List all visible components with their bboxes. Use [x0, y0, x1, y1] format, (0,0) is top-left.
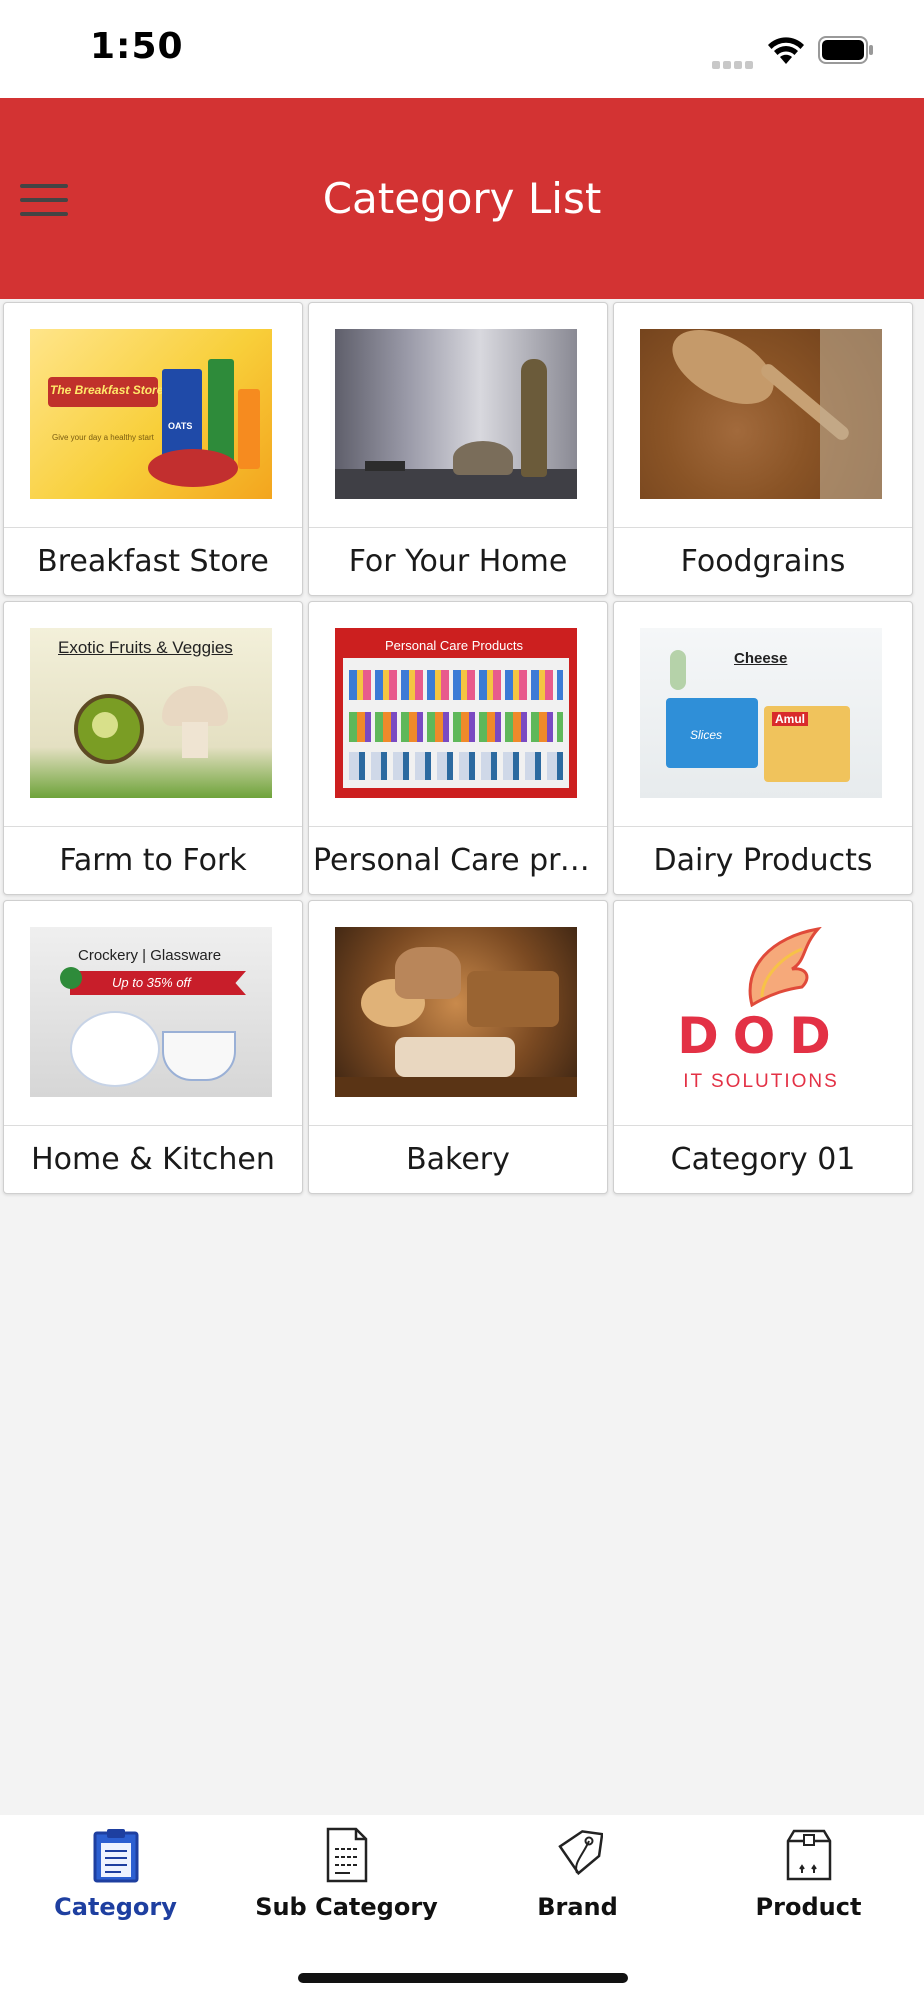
tab-label: Category [54, 1893, 177, 1921]
app-header: Category List [0, 98, 924, 299]
clipboard-icon [93, 1829, 138, 1883]
battery-icon [818, 36, 873, 64]
dod-logo-text: DOD [677, 1007, 845, 1065]
category-tile-category-01[interactable]: DOD IT SOLUTIONS Category 01 [613, 900, 913, 1194]
category-label: For Your Home [348, 544, 568, 579]
dod-logo-wing-icon [748, 927, 822, 1007]
kitchen-banner-text: Crockery | Glassware [78, 947, 222, 964]
farm-to-fork-image: Exotic Fruits & Veggies [30, 628, 272, 798]
category-tile-farm-to-fork[interactable]: Exotic Fruits & Veggies Farm to Fork [3, 601, 303, 895]
personal-care-banner-text: Personal Care Products [385, 638, 524, 653]
tab-sub-category[interactable]: Sub Category [231, 1827, 462, 1937]
tab-brand[interactable]: Brand [462, 1827, 693, 1937]
document-icon [326, 1827, 367, 1883]
farm-banner-text: Exotic Fruits & Veggies [58, 638, 233, 657]
tag-icon [557, 1830, 603, 1876]
cellular-signal-icon [712, 56, 758, 69]
category-label: Category 01 [670, 1142, 856, 1177]
dairy-banner-text: Cheese [734, 650, 788, 667]
wifi-icon [768, 37, 804, 64]
for-your-home-image [335, 329, 577, 499]
category-label: Farm to Fork [59, 843, 247, 878]
bottom-tab-bar: Category Sub Category Brand Product [0, 1815, 924, 2000]
category-label: Foodgrains [680, 544, 846, 579]
category-tile-for-your-home[interactable]: For Your Home [308, 302, 608, 596]
category-label: Dairy Products [653, 843, 873, 878]
tab-label: Sub Category [255, 1893, 438, 1921]
home-kitchen-image: Crockery | Glassware Up to 35% off [30, 927, 272, 1097]
category-label: Home & Kitchen [31, 1142, 275, 1177]
page-title: Category List [322, 174, 602, 223]
breakfast-banner-text: The Breakfast Store [50, 383, 164, 397]
category-tile-home-kitchen[interactable]: Crockery | Glassware Up to 35% off Home … [3, 900, 303, 1194]
bakery-image [335, 927, 577, 1097]
foodgrains-image [640, 329, 882, 499]
home-indicator[interactable] [298, 1973, 628, 1983]
category-tile-dairy-products[interactable]: Cheese Slices Amul Dairy Products [613, 601, 913, 895]
category-tile-breakfast-store[interactable]: The Breakfast Store Give your day a heal… [3, 302, 303, 596]
status-bar: 1:50 [0, 0, 924, 98]
personal-care-image: Personal Care Products [335, 628, 577, 798]
category-label: Personal Care prod... [313, 843, 603, 878]
status-time: 1:50 [90, 26, 184, 67]
tab-label: Brand [537, 1893, 618, 1921]
box-icon [786, 1829, 831, 1881]
category-tile-foodgrains[interactable]: Foodgrains [613, 302, 913, 596]
category-label: Bakery [406, 1142, 510, 1177]
breakfast-store-image: The Breakfast Store Give your day a heal… [30, 329, 272, 499]
category-label: Breakfast Store [37, 544, 269, 579]
category-tile-bakery[interactable]: Bakery [308, 900, 608, 1194]
category-tile-personal-care[interactable]: Personal Care Products Personal Care pro… [308, 601, 608, 895]
dod-logo-image: DOD IT SOLUTIONS [640, 927, 882, 1097]
tab-category[interactable]: Category [0, 1827, 231, 1937]
tab-product[interactable]: Product [693, 1827, 924, 1937]
dairy-products-image: Cheese Slices Amul [640, 628, 882, 798]
tab-label: Product [755, 1893, 862, 1921]
dod-logo-subtext: IT SOLUTIONS [683, 1071, 839, 1092]
